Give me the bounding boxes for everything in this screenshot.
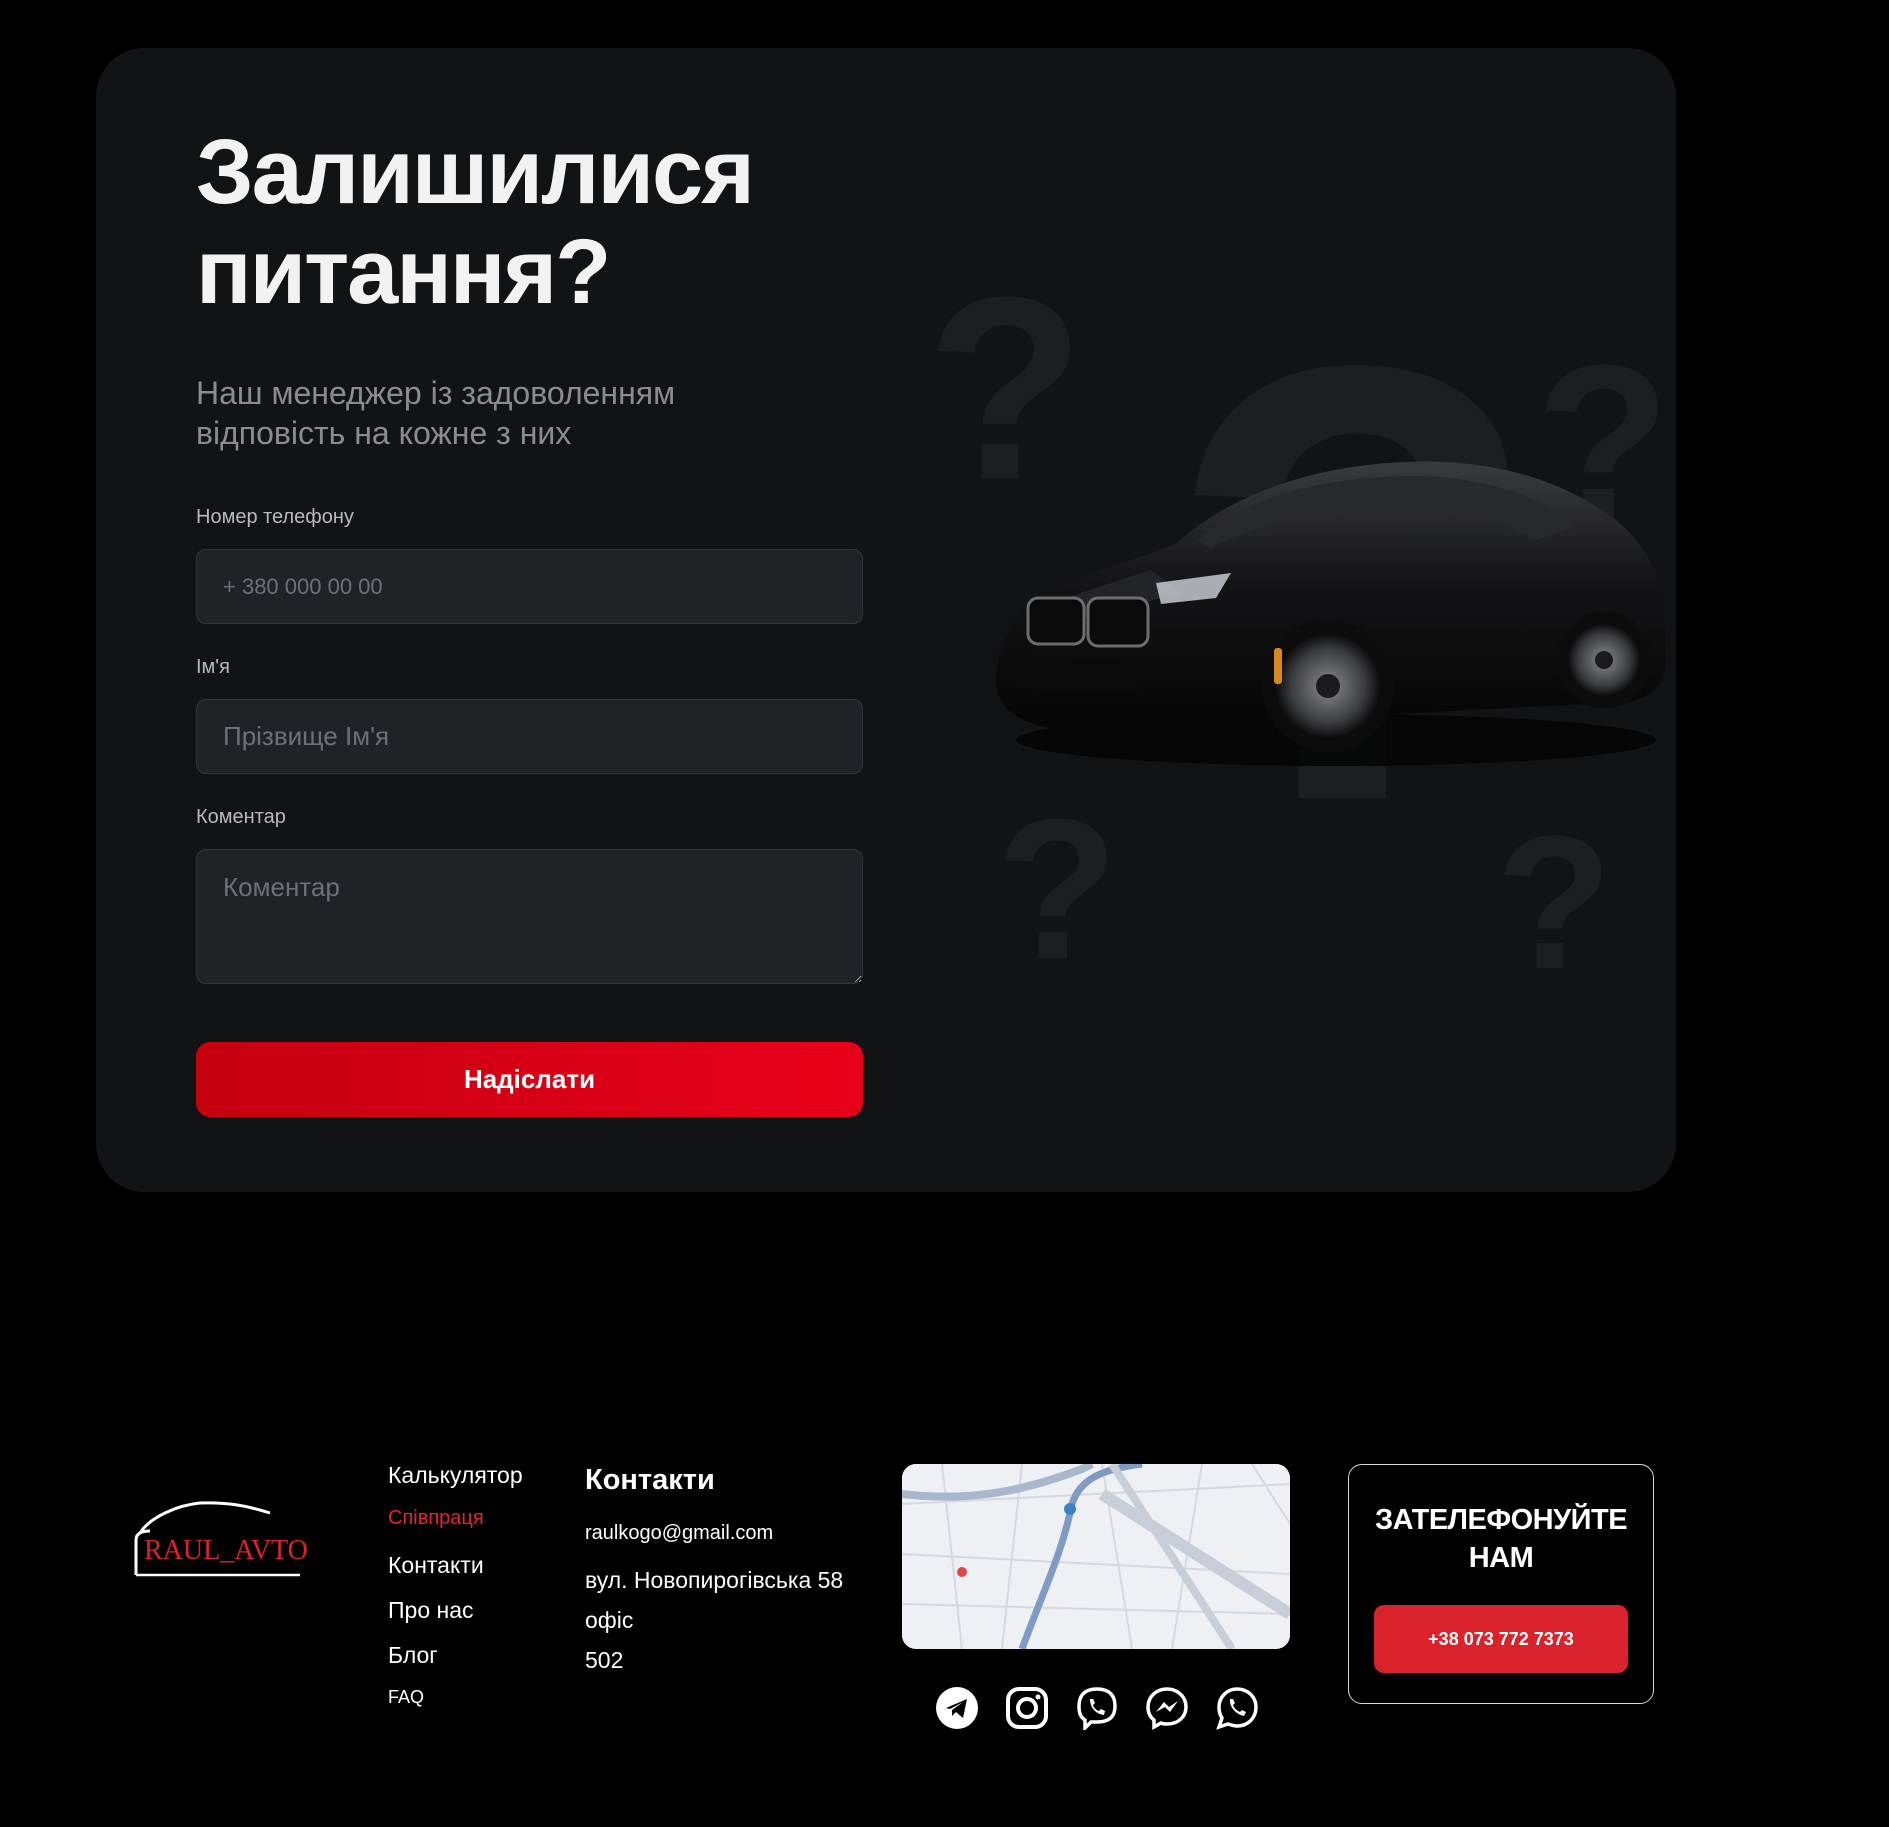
call-title-line2: НАМ	[1468, 1542, 1534, 1574]
footer-nav: Калькулятор Співпраця Контакти Про нас Б…	[388, 1462, 523, 1732]
email-link[interactable]: raulkogo@gmail.com	[585, 1522, 773, 1545]
address-line1: вул. Новопирогівська 58	[585, 1567, 844, 1593]
nav-item-cooperation[interactable]: Співпраця	[388, 1507, 523, 1552]
name-label: Ім'я	[196, 656, 230, 678]
address-line2: офіс	[585, 1607, 634, 1633]
car-image	[996, 461, 1666, 766]
form-subtitle-line1: Наш менеджер із задоволенням	[196, 375, 676, 411]
viber-icon[interactable]	[1075, 1686, 1119, 1730]
call-phone-button[interactable]: +38 073 772 7373	[1374, 1605, 1628, 1673]
contacts-title: Контакти	[585, 1464, 715, 1496]
svg-text:?: ?	[1496, 797, 1612, 1009]
form-title-line1: Залишилися	[196, 121, 755, 223]
name-input[interactable]	[196, 699, 863, 774]
raul-avto-logo[interactable]: RAUL_AVTO	[130, 1495, 320, 1585]
social-links	[935, 1686, 1259, 1730]
address: вул. Новопирогівська 58 офіс 502	[585, 1560, 875, 1680]
call-us-box: ЗАТЕЛЕФОНУЙТЕ НАМ +38 073 772 7373	[1348, 1464, 1654, 1704]
comment-textarea[interactable]	[196, 849, 863, 984]
instagram-icon[interactable]	[1005, 1686, 1049, 1730]
comment-label: Коментар	[196, 806, 286, 828]
form-subtitle: Наш менеджер із задоволенням відповість …	[196, 373, 816, 453]
telegram-icon[interactable]	[935, 1686, 979, 1730]
call-title: ЗАТЕЛЕФОНУЙТЕ НАМ	[1349, 1501, 1653, 1577]
whatsapp-icon[interactable]	[1215, 1686, 1259, 1730]
map-graphic	[902, 1464, 1290, 1649]
call-title-line1: ЗАТЕЛЕФОНУЙТЕ	[1374, 1504, 1628, 1536]
contact-form-card: Залишилися питання? Наш менеджер із задо…	[96, 48, 1676, 1192]
messenger-icon[interactable]	[1145, 1686, 1189, 1730]
nav-item-calculator[interactable]: Калькулятор	[388, 1462, 523, 1507]
nav-item-contacts[interactable]: Контакти	[388, 1552, 523, 1597]
submit-button[interactable]: Надіслати	[196, 1042, 863, 1117]
nav-item-about[interactable]: Про нас	[388, 1597, 523, 1642]
nav-item-blog[interactable]: Блог	[388, 1642, 523, 1687]
address-line3: 502	[585, 1647, 624, 1673]
form-subtitle-line2: відповість на кожне з них	[196, 415, 572, 451]
logo-text: RAUL_AVTO	[144, 1535, 308, 1566]
form-title-line2: питання?	[196, 221, 611, 323]
nav-item-faq[interactable]: FAQ	[388, 1687, 523, 1732]
form-title: Залишилися питання?	[196, 122, 896, 322]
phone-input[interactable]	[196, 549, 863, 624]
phone-label: Номер телефону	[196, 506, 354, 528]
location-map[interactable]	[902, 1464, 1290, 1649]
